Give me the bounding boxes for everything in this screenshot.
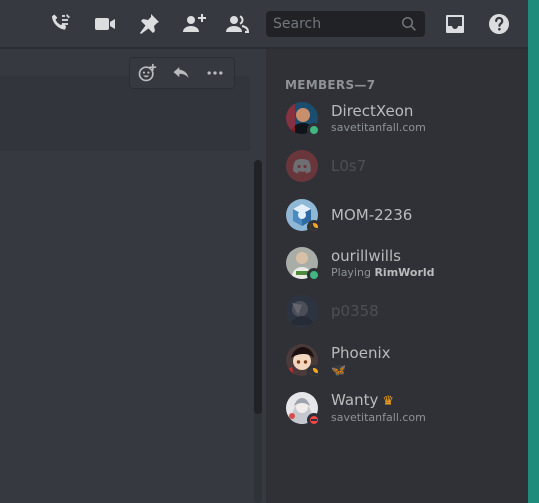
- member-name: Phoenix: [331, 343, 391, 362]
- member-name: ourillwills: [331, 246, 401, 265]
- channel-header: [0, 0, 528, 48]
- member-status-text: savetitanfall.com: [331, 120, 426, 134]
- inbox-icon[interactable]: [443, 12, 467, 36]
- scrollbar-thumb[interactable]: [254, 160, 262, 414]
- member-activity: Playing RimWorld: [331, 266, 435, 280]
- member-name: DirectXeon: [331, 101, 414, 120]
- video-call-icon[interactable]: [93, 12, 117, 36]
- member-name: Wanty: [331, 391, 379, 409]
- activity-game: RimWorld: [374, 265, 435, 279]
- avatar: [286, 247, 321, 282]
- status-idle-icon: [307, 220, 321, 234]
- crown-icon: ♛: [382, 394, 394, 409]
- avatar: [286, 150, 318, 182]
- member-item[interactable]: Phoenix 🦋: [274, 338, 520, 382]
- reply-icon[interactable]: [164, 58, 198, 88]
- search-box[interactable]: [266, 11, 425, 37]
- avatar: [286, 199, 321, 234]
- status-dnd-icon: [307, 413, 321, 427]
- threads-icon[interactable]: [49, 12, 73, 36]
- activity-prefix: Playing: [331, 265, 375, 279]
- butterfly-icon: 🦋: [331, 362, 346, 377]
- member-status-text: savetitanfall.com: [331, 411, 426, 424]
- member-name-row: Wanty ♛: [331, 391, 426, 411]
- avatar: [286, 392, 321, 427]
- help-icon[interactable]: [487, 12, 511, 36]
- member-item[interactable]: DirectXeon savetitanfall.com: [274, 96, 520, 140]
- chat-area: [0, 49, 266, 503]
- status-online-icon: [307, 268, 321, 282]
- message-toolbar: [129, 57, 235, 89]
- more-icon[interactable]: [198, 58, 232, 88]
- member-item[interactable]: p0358: [274, 289, 520, 333]
- members-title: MEMBERS—7: [285, 78, 376, 92]
- member-item[interactable]: ourillwills Playing RimWorld: [274, 241, 520, 285]
- avatar: [286, 102, 321, 137]
- avatar: [286, 295, 318, 327]
- member-item[interactable]: MOM-2236: [274, 193, 520, 237]
- members-sidebar: MEMBERS—7 DirectXeon savetitanfall.com L…: [266, 49, 528, 503]
- member-item[interactable]: L0s7: [274, 144, 520, 188]
- member-list-icon[interactable]: [225, 12, 249, 36]
- member-name: MOM-2236: [331, 205, 413, 224]
- member-name: p0358: [331, 301, 379, 320]
- search-icon: [401, 16, 417, 32]
- avatar: [286, 344, 321, 379]
- search-input[interactable]: [266, 11, 396, 37]
- add-reaction-icon[interactable]: [130, 58, 164, 88]
- status-online-icon: [307, 123, 321, 137]
- pin-icon[interactable]: [137, 12, 161, 36]
- member-item[interactable]: Wanty ♛ savetitanfall.com: [274, 386, 520, 430]
- status-idle-icon: [307, 365, 321, 379]
- add-member-icon[interactable]: [182, 12, 206, 36]
- member-name: L0s7: [331, 156, 367, 175]
- window-edge: [528, 0, 539, 503]
